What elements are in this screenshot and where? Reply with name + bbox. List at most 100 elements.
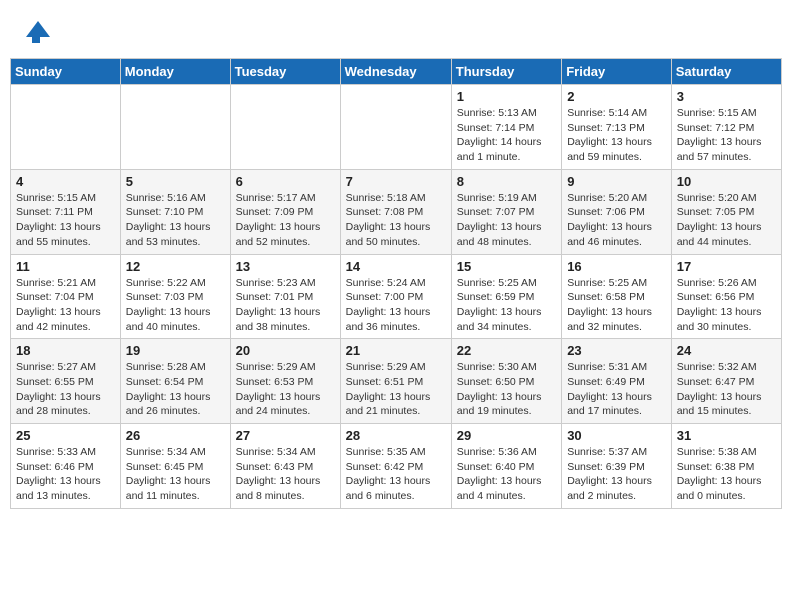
day-info: Sunrise: 5:34 AM Sunset: 6:45 PM Dayligh… (126, 445, 225, 504)
calendar-cell: 9Sunrise: 5:20 AM Sunset: 7:06 PM Daylig… (562, 169, 672, 254)
calendar-cell: 25 Sunrise: 5:33 AM Sunset: 6:46 PM Dayli… (11, 424, 121, 509)
calendar-week-row: 18Sunrise: 5:27 AM Sunset: 6:55 PM Dayli… (11, 339, 782, 424)
calendar-cell: 31 Sunrise: 5:38 AM Sunset: 6:38 PM Dayli… (671, 424, 781, 509)
day-info: Sunrise: 5:20 AM Sunset: 7:05 PM Dayligh… (677, 191, 776, 250)
day-info: Sunrise: 5:24 AM Sunset: 7:00 PM Dayligh… (346, 276, 446, 335)
day-info: Sunrise: 5:38 AM Sunset: 6:38 PM Dayligh… (677, 445, 776, 504)
day-number: 6 (236, 174, 335, 189)
calendar-cell: 11Sunrise: 5:21 AM Sunset: 7:04 PM Dayli… (11, 254, 121, 339)
day-info: Sunrise: 5:37 AM Sunset: 6:39 PM Dayligh… (567, 445, 666, 504)
weekday-header: Sunday (11, 59, 121, 85)
calendar-cell: 14 Sunrise: 5:24 AM Sunset: 7:00 PM Dayli… (340, 254, 451, 339)
day-info: Sunrise: 5:29 AM Sunset: 6:53 PM Dayligh… (236, 360, 335, 419)
calendar-week-row: 11Sunrise: 5:21 AM Sunset: 7:04 PM Dayli… (11, 254, 782, 339)
day-info: Sunrise: 5:28 AM Sunset: 6:54 PM Dayligh… (126, 360, 225, 419)
weekday-header: Friday (562, 59, 672, 85)
day-number: 26 (126, 428, 225, 443)
calendar-cell: 10 Sunrise: 5:20 AM Sunset: 7:05 PM Dayli… (671, 169, 781, 254)
day-number: 9 (567, 174, 666, 189)
day-info: Sunrise: 5:34 AM Sunset: 6:43 PM Dayligh… (236, 445, 335, 504)
day-info: Sunrise: 5:14 AM Sunset: 7:13 PM Dayligh… (567, 106, 666, 165)
day-info: Sunrise: 5:26 AM Sunset: 6:56 PM Dayligh… (677, 276, 776, 335)
day-number: 31 (677, 428, 776, 443)
day-number: 8 (457, 174, 556, 189)
calendar-header-row: SundayMondayTuesdayWednesdayThursdayFrid… (11, 59, 782, 85)
calendar-cell: 3 Sunrise: 5:15 AM Sunset: 7:12 PM Daylig… (671, 85, 781, 170)
calendar-cell: 30 Sunrise: 5:37 AM Sunset: 6:39 PM Dayli… (562, 424, 672, 509)
day-number: 24 (677, 343, 776, 358)
calendar-week-row: 1 Sunrise: 5:13 AM Sunset: 7:14 PM Daylig… (11, 85, 782, 170)
calendar-week-row: 4 Sunrise: 5:15 AM Sunset: 7:11 PM Daylig… (11, 169, 782, 254)
logo-icon (22, 15, 50, 43)
calendar-cell: 18Sunrise: 5:27 AM Sunset: 6:55 PM Dayli… (11, 339, 121, 424)
page-header (10, 10, 782, 48)
calendar-cell: 22 Sunrise: 5:30 AM Sunset: 6:50 PM Dayli… (451, 339, 561, 424)
weekday-header: Wednesday (340, 59, 451, 85)
day-info: Sunrise: 5:15 AM Sunset: 7:12 PM Dayligh… (677, 106, 776, 165)
calendar-cell: 7 Sunrise: 5:18 AM Sunset: 7:08 PM Daylig… (340, 169, 451, 254)
calendar-cell: 6 Sunrise: 5:17 AM Sunset: 7:09 PM Daylig… (230, 169, 340, 254)
day-number: 3 (677, 89, 776, 104)
day-info: Sunrise: 5:16 AM Sunset: 7:10 PM Dayligh… (126, 191, 225, 250)
day-info: Sunrise: 5:18 AM Sunset: 7:08 PM Dayligh… (346, 191, 446, 250)
day-info: Sunrise: 5:23 AM Sunset: 7:01 PM Dayligh… (236, 276, 335, 335)
day-info: Sunrise: 5:22 AM Sunset: 7:03 PM Dayligh… (126, 276, 225, 335)
day-number: 29 (457, 428, 556, 443)
day-info: Sunrise: 5:17 AM Sunset: 7:09 PM Dayligh… (236, 191, 335, 250)
day-number: 23 (567, 343, 666, 358)
day-info: Sunrise: 5:32 AM Sunset: 6:47 PM Dayligh… (677, 360, 776, 419)
day-number: 12 (126, 259, 225, 274)
calendar-cell: 2 Sunrise: 5:14 AM Sunset: 7:13 PM Daylig… (562, 85, 672, 170)
day-number: 15 (457, 259, 556, 274)
calendar-cell: 23 Sunrise: 5:31 AM Sunset: 6:49 PM Dayli… (562, 339, 672, 424)
day-info: Sunrise: 5:15 AM Sunset: 7:11 PM Dayligh… (16, 191, 115, 250)
day-number: 21 (346, 343, 446, 358)
day-number: 30 (567, 428, 666, 443)
calendar-cell (11, 85, 121, 170)
day-number: 4 (16, 174, 115, 189)
day-number: 2 (567, 89, 666, 104)
day-number: 19 (126, 343, 225, 358)
calendar-cell (120, 85, 230, 170)
calendar-cell: 19 Sunrise: 5:28 AM Sunset: 6:54 PM Dayli… (120, 339, 230, 424)
day-info: Sunrise: 5:27 AM Sunset: 6:55 PM Dayligh… (16, 360, 115, 419)
day-info: Sunrise: 5:13 AM Sunset: 7:14 PM Dayligh… (457, 106, 556, 165)
day-number: 10 (677, 174, 776, 189)
day-number: 25 (16, 428, 115, 443)
day-info: Sunrise: 5:35 AM Sunset: 6:42 PM Dayligh… (346, 445, 446, 504)
calendar-cell: 15Sunrise: 5:25 AM Sunset: 6:59 PM Dayli… (451, 254, 561, 339)
day-number: 11 (16, 259, 115, 274)
calendar-cell: 1 Sunrise: 5:13 AM Sunset: 7:14 PM Daylig… (451, 85, 561, 170)
calendar-cell: 20 Sunrise: 5:29 AM Sunset: 6:53 PM Dayli… (230, 339, 340, 424)
calendar-cell: 21 Sunrise: 5:29 AM Sunset: 6:51 PM Dayli… (340, 339, 451, 424)
calendar-cell: 28Sunrise: 5:35 AM Sunset: 6:42 PM Dayli… (340, 424, 451, 509)
calendar-cell: 5 Sunrise: 5:16 AM Sunset: 7:10 PM Daylig… (120, 169, 230, 254)
calendar-cell: 17Sunrise: 5:26 AM Sunset: 6:56 PM Dayli… (671, 254, 781, 339)
calendar-cell: 12 Sunrise: 5:22 AM Sunset: 7:03 PM Dayli… (120, 254, 230, 339)
calendar-cell: 16Sunrise: 5:25 AM Sunset: 6:58 PM Dayli… (562, 254, 672, 339)
day-info: Sunrise: 5:33 AM Sunset: 6:46 PM Dayligh… (16, 445, 115, 504)
weekday-header: Thursday (451, 59, 561, 85)
day-info: Sunrise: 5:25 AM Sunset: 6:58 PM Dayligh… (567, 276, 666, 335)
day-info: Sunrise: 5:30 AM Sunset: 6:50 PM Dayligh… (457, 360, 556, 419)
calendar-cell: 8Sunrise: 5:19 AM Sunset: 7:07 PM Daylig… (451, 169, 561, 254)
calendar-cell (340, 85, 451, 170)
calendar-cell: 29 Sunrise: 5:36 AM Sunset: 6:40 PM Dayli… (451, 424, 561, 509)
calendar-cell: 4 Sunrise: 5:15 AM Sunset: 7:11 PM Daylig… (11, 169, 121, 254)
day-number: 22 (457, 343, 556, 358)
day-info: Sunrise: 5:31 AM Sunset: 6:49 PM Dayligh… (567, 360, 666, 419)
weekday-header: Tuesday (230, 59, 340, 85)
calendar-cell: 13Sunrise: 5:23 AM Sunset: 7:01 PM Dayli… (230, 254, 340, 339)
day-number: 5 (126, 174, 225, 189)
day-number: 7 (346, 174, 446, 189)
calendar-table: SundayMondayTuesdayWednesdayThursdayFrid… (10, 58, 782, 509)
day-number: 14 (346, 259, 446, 274)
day-info: Sunrise: 5:36 AM Sunset: 6:40 PM Dayligh… (457, 445, 556, 504)
day-number: 27 (236, 428, 335, 443)
day-number: 20 (236, 343, 335, 358)
calendar-cell: 27 Sunrise: 5:34 AM Sunset: 6:43 PM Dayli… (230, 424, 340, 509)
calendar-week-row: 25 Sunrise: 5:33 AM Sunset: 6:46 PM Dayli… (11, 424, 782, 509)
weekday-header: Monday (120, 59, 230, 85)
day-info: Sunrise: 5:29 AM Sunset: 6:51 PM Dayligh… (346, 360, 446, 419)
day-number: 1 (457, 89, 556, 104)
